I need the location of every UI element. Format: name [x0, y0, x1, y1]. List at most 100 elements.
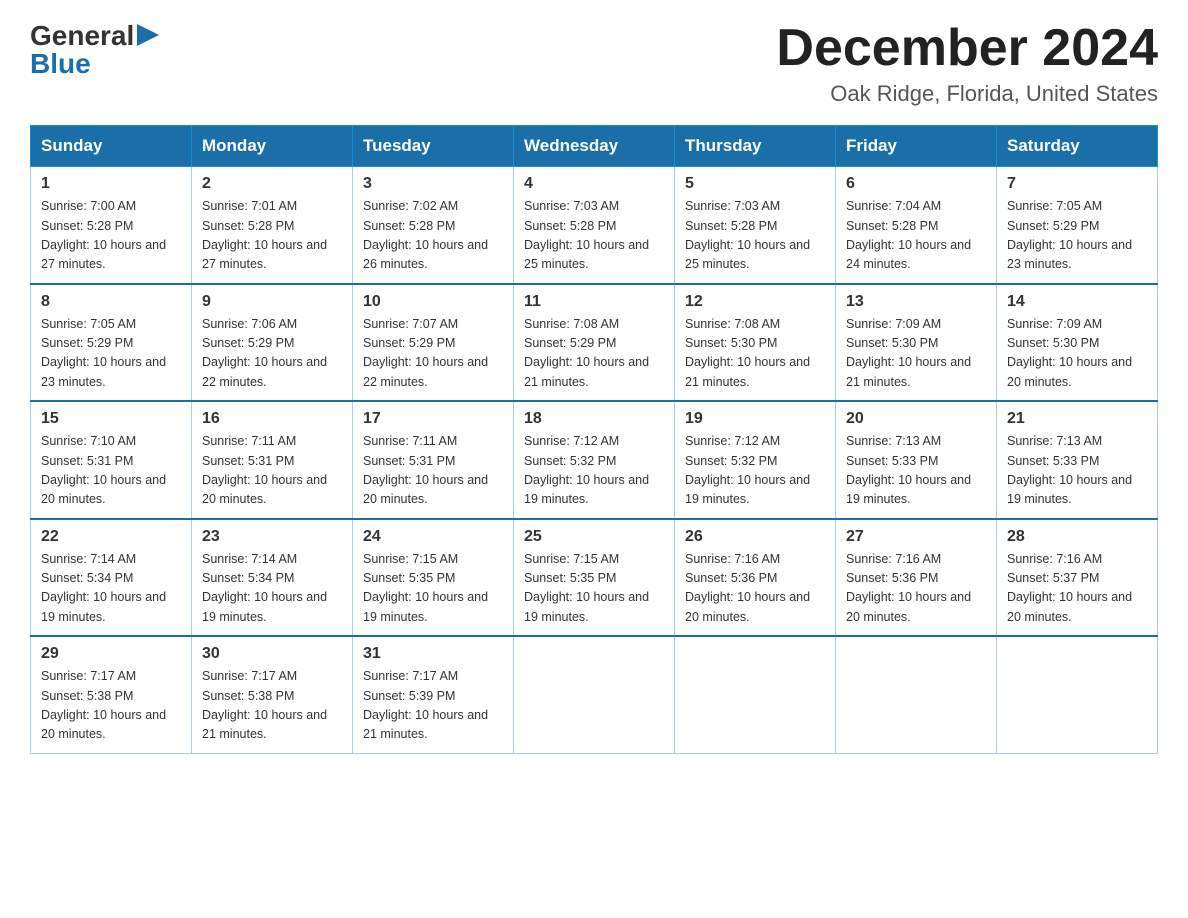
day-number: 30	[202, 645, 342, 663]
sunset-label: Sunset: 5:30 PM	[685, 336, 777, 350]
sunset-label: Sunset: 5:28 PM	[202, 219, 294, 233]
day-info: Sunrise: 7:10 AM Sunset: 5:31 PM Dayligh…	[41, 432, 181, 510]
day-number: 14	[1007, 293, 1147, 311]
daylight-label: Daylight: 10 hours and 19 minutes.	[524, 590, 649, 623]
daylight-label: Daylight: 10 hours and 25 minutes.	[685, 238, 810, 271]
daylight-label: Daylight: 10 hours and 20 minutes.	[1007, 355, 1132, 388]
table-row: 2 Sunrise: 7:01 AM Sunset: 5:28 PM Dayli…	[192, 167, 353, 284]
table-row: 20 Sunrise: 7:13 AM Sunset: 5:33 PM Dayl…	[836, 401, 997, 519]
day-info: Sunrise: 7:03 AM Sunset: 5:28 PM Dayligh…	[685, 197, 825, 275]
sunrise-label: Sunrise: 7:03 AM	[524, 199, 619, 213]
day-info: Sunrise: 7:06 AM Sunset: 5:29 PM Dayligh…	[202, 315, 342, 393]
sunrise-label: Sunrise: 7:12 AM	[524, 434, 619, 448]
sunrise-label: Sunrise: 7:11 AM	[202, 434, 296, 448]
table-row: 28 Sunrise: 7:16 AM Sunset: 5:37 PM Dayl…	[997, 519, 1158, 637]
daylight-label: Daylight: 10 hours and 23 minutes.	[41, 355, 166, 388]
table-row: 4 Sunrise: 7:03 AM Sunset: 5:28 PM Dayli…	[514, 167, 675, 284]
month-title: December 2024	[776, 20, 1158, 77]
sunset-label: Sunset: 5:33 PM	[1007, 454, 1099, 468]
sunset-label: Sunset: 5:35 PM	[524, 571, 616, 585]
daylight-label: Daylight: 10 hours and 19 minutes.	[41, 590, 166, 623]
table-row	[514, 636, 675, 753]
day-number: 29	[41, 645, 181, 663]
daylight-label: Daylight: 10 hours and 21 minutes.	[202, 708, 327, 741]
day-number: 11	[524, 293, 664, 311]
daylight-label: Daylight: 10 hours and 19 minutes.	[202, 590, 327, 623]
sunrise-label: Sunrise: 7:16 AM	[685, 552, 780, 566]
day-number: 9	[202, 293, 342, 311]
day-info: Sunrise: 7:13 AM Sunset: 5:33 PM Dayligh…	[846, 432, 986, 510]
day-number: 1	[41, 175, 181, 193]
sunset-label: Sunset: 5:30 PM	[846, 336, 938, 350]
calendar-row: 8 Sunrise: 7:05 AM Sunset: 5:29 PM Dayli…	[31, 284, 1158, 402]
day-info: Sunrise: 7:08 AM Sunset: 5:29 PM Dayligh…	[524, 315, 664, 393]
sunrise-label: Sunrise: 7:17 AM	[363, 669, 458, 683]
sunrise-label: Sunrise: 7:17 AM	[202, 669, 297, 683]
sunrise-label: Sunrise: 7:15 AM	[363, 552, 458, 566]
day-number: 5	[685, 175, 825, 193]
calendar-header-row: Sunday Monday Tuesday Wednesday Thursday…	[31, 126, 1158, 167]
day-info: Sunrise: 7:11 AM Sunset: 5:31 PM Dayligh…	[363, 432, 503, 510]
daylight-label: Daylight: 10 hours and 20 minutes.	[846, 590, 971, 623]
day-info: Sunrise: 7:17 AM Sunset: 5:38 PM Dayligh…	[41, 667, 181, 745]
day-number: 27	[846, 528, 986, 546]
day-info: Sunrise: 7:05 AM Sunset: 5:29 PM Dayligh…	[1007, 197, 1147, 275]
daylight-label: Daylight: 10 hours and 19 minutes.	[846, 473, 971, 506]
sunrise-label: Sunrise: 7:12 AM	[685, 434, 780, 448]
table-row: 16 Sunrise: 7:11 AM Sunset: 5:31 PM Dayl…	[192, 401, 353, 519]
sunrise-label: Sunrise: 7:16 AM	[1007, 552, 1102, 566]
table-row: 21 Sunrise: 7:13 AM Sunset: 5:33 PM Dayl…	[997, 401, 1158, 519]
sunrise-label: Sunrise: 7:10 AM	[41, 434, 136, 448]
daylight-label: Daylight: 10 hours and 23 minutes.	[1007, 238, 1132, 271]
table-row: 25 Sunrise: 7:15 AM Sunset: 5:35 PM Dayl…	[514, 519, 675, 637]
daylight-label: Daylight: 10 hours and 19 minutes.	[685, 473, 810, 506]
daylight-label: Daylight: 10 hours and 19 minutes.	[524, 473, 649, 506]
table-row: 9 Sunrise: 7:06 AM Sunset: 5:29 PM Dayli…	[192, 284, 353, 402]
daylight-label: Daylight: 10 hours and 20 minutes.	[41, 708, 166, 741]
day-number: 12	[685, 293, 825, 311]
daylight-label: Daylight: 10 hours and 21 minutes.	[524, 355, 649, 388]
sunset-label: Sunset: 5:31 PM	[202, 454, 294, 468]
day-info: Sunrise: 7:00 AM Sunset: 5:28 PM Dayligh…	[41, 197, 181, 275]
table-row: 31 Sunrise: 7:17 AM Sunset: 5:39 PM Dayl…	[353, 636, 514, 753]
day-number: 2	[202, 175, 342, 193]
daylight-label: Daylight: 10 hours and 26 minutes.	[363, 238, 488, 271]
calendar-row: 29 Sunrise: 7:17 AM Sunset: 5:38 PM Dayl…	[31, 636, 1158, 753]
sunrise-label: Sunrise: 7:14 AM	[41, 552, 136, 566]
table-row: 15 Sunrise: 7:10 AM Sunset: 5:31 PM Dayl…	[31, 401, 192, 519]
day-number: 28	[1007, 528, 1147, 546]
sunset-label: Sunset: 5:29 PM	[202, 336, 294, 350]
day-number: 17	[363, 410, 503, 428]
day-number: 7	[1007, 175, 1147, 193]
table-row	[836, 636, 997, 753]
table-row: 10 Sunrise: 7:07 AM Sunset: 5:29 PM Dayl…	[353, 284, 514, 402]
sunrise-label: Sunrise: 7:04 AM	[846, 199, 941, 213]
table-row: 30 Sunrise: 7:17 AM Sunset: 5:38 PM Dayl…	[192, 636, 353, 753]
header-friday: Friday	[836, 126, 997, 167]
daylight-label: Daylight: 10 hours and 21 minutes.	[685, 355, 810, 388]
day-info: Sunrise: 7:09 AM Sunset: 5:30 PM Dayligh…	[846, 315, 986, 393]
table-row: 8 Sunrise: 7:05 AM Sunset: 5:29 PM Dayli…	[31, 284, 192, 402]
logo: General Blue	[30, 20, 159, 80]
sunrise-label: Sunrise: 7:06 AM	[202, 317, 297, 331]
calendar-row: 22 Sunrise: 7:14 AM Sunset: 5:34 PM Dayl…	[31, 519, 1158, 637]
header-thursday: Thursday	[675, 126, 836, 167]
sunset-label: Sunset: 5:39 PM	[363, 689, 455, 703]
daylight-label: Daylight: 10 hours and 19 minutes.	[363, 590, 488, 623]
sunset-label: Sunset: 5:32 PM	[524, 454, 616, 468]
day-info: Sunrise: 7:15 AM Sunset: 5:35 PM Dayligh…	[363, 550, 503, 628]
sunset-label: Sunset: 5:37 PM	[1007, 571, 1099, 585]
day-info: Sunrise: 7:08 AM Sunset: 5:30 PM Dayligh…	[685, 315, 825, 393]
day-number: 24	[363, 528, 503, 546]
sunrise-label: Sunrise: 7:15 AM	[524, 552, 619, 566]
day-info: Sunrise: 7:02 AM Sunset: 5:28 PM Dayligh…	[363, 197, 503, 275]
day-info: Sunrise: 7:04 AM Sunset: 5:28 PM Dayligh…	[846, 197, 986, 275]
daylight-label: Daylight: 10 hours and 22 minutes.	[202, 355, 327, 388]
page-header: General Blue December 2024 Oak Ridge, Fl…	[30, 20, 1158, 107]
daylight-label: Daylight: 10 hours and 27 minutes.	[202, 238, 327, 271]
daylight-label: Daylight: 10 hours and 20 minutes.	[41, 473, 166, 506]
day-number: 21	[1007, 410, 1147, 428]
sunrise-label: Sunrise: 7:07 AM	[363, 317, 458, 331]
sunrise-label: Sunrise: 7:05 AM	[41, 317, 136, 331]
table-row: 14 Sunrise: 7:09 AM Sunset: 5:30 PM Dayl…	[997, 284, 1158, 402]
